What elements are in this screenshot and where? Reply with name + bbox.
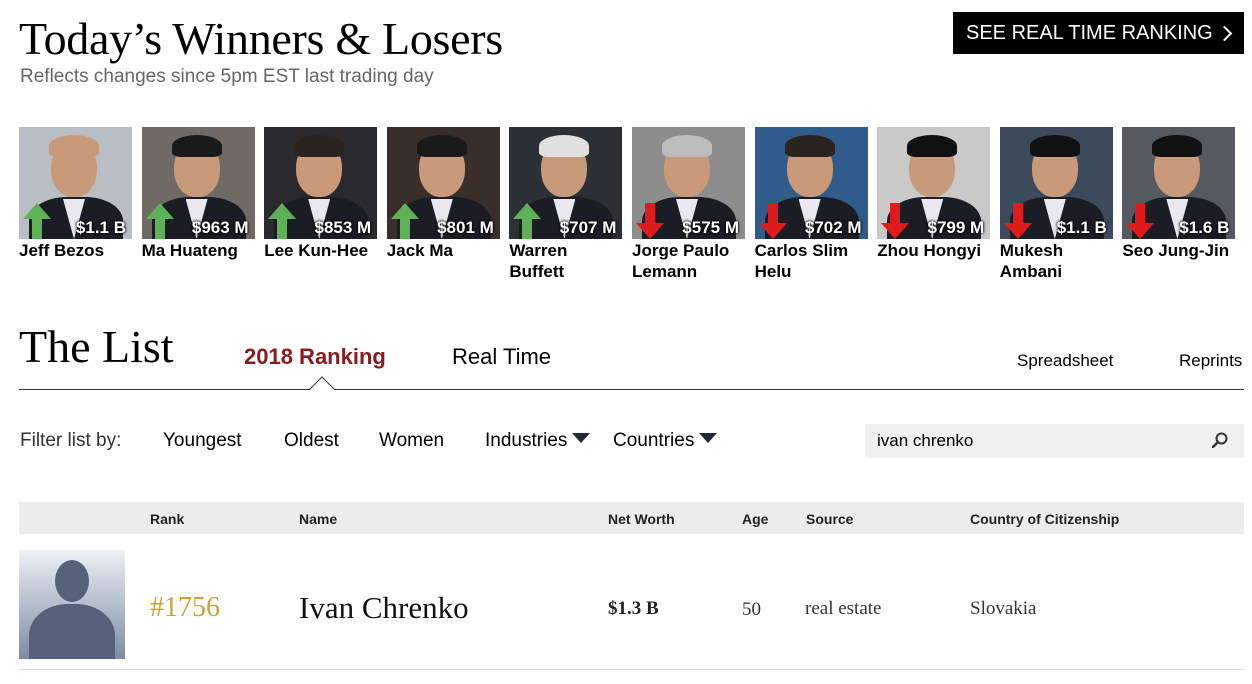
filter-label: Filter list by: xyxy=(20,430,122,451)
filter-industries-dropdown[interactable]: Industries xyxy=(485,430,591,452)
mover-change: $799 M xyxy=(927,218,985,237)
mover-card[interactable]: $702 M Carlos Slim Helu xyxy=(754,127,868,282)
mover-name[interactable]: Zhou Hongyi xyxy=(877,240,990,261)
mover-photo: $1.1 B xyxy=(19,127,132,239)
mover-card[interactable]: $1.6 B Seo Jung-Jin xyxy=(1122,127,1236,261)
arrow-down-icon xyxy=(881,203,910,239)
header-name[interactable]: Name xyxy=(299,511,337,527)
arrow-down-icon xyxy=(636,203,664,239)
mover-change: $963 M xyxy=(191,218,249,237)
mover-photo: $963 M xyxy=(141,127,255,239)
chevron-right-icon xyxy=(1216,25,1233,41)
mover-name[interactable]: Ma Huateng xyxy=(142,240,255,261)
spreadsheet-link[interactable]: Spreadsheet xyxy=(1017,351,1113,371)
mover-name[interactable]: Carlos Slim Helu xyxy=(755,240,868,282)
winners-losers-strip: $1.1 B Jeff Bezos $963 M Ma Huateng $853 M Le… xyxy=(19,127,1249,287)
table-row[interactable]: #1756 Ivan Chrenko $1.3 B 50 real estate… xyxy=(19,544,1244,670)
arrow-up-icon xyxy=(145,203,174,239)
mover-name[interactable]: Mukesh Ambani xyxy=(1000,240,1113,282)
avatar xyxy=(19,550,125,659)
mover-card[interactable]: $575 M Jorge Paulo Lemann xyxy=(632,127,745,282)
mover-change: $1.1 B xyxy=(1056,218,1107,237)
mover-change: $707 M xyxy=(559,218,617,237)
row-net-worth: $1.3 B xyxy=(608,598,659,619)
mover-name[interactable]: Jack Ma xyxy=(387,240,500,261)
search-icon[interactable] xyxy=(1212,432,1228,448)
arrow-up-icon xyxy=(23,203,51,239)
row-age: 50 xyxy=(742,599,761,620)
reprints-link[interactable]: Reprints xyxy=(1179,351,1242,371)
mover-photo: $702 M xyxy=(754,127,868,239)
row-country: Slovakia xyxy=(970,598,1037,619)
mover-card[interactable]: $799 M Zhou Hongyi xyxy=(877,127,991,261)
header-rank[interactable]: Rank xyxy=(150,511,184,527)
mover-name[interactable]: Seo Jung-Jin xyxy=(1122,240,1235,261)
arrow-up-icon xyxy=(268,203,297,239)
filter-oldest[interactable]: Oldest xyxy=(284,430,339,452)
mover-change: $801 M xyxy=(437,218,494,237)
countries-label: Countries xyxy=(613,430,695,451)
filter-women[interactable]: Women xyxy=(379,430,444,452)
mover-photo: $1.1 B xyxy=(999,127,1113,239)
header-source[interactable]: Source xyxy=(806,511,853,527)
mover-change: $853 M xyxy=(314,218,372,237)
search-box xyxy=(865,424,1244,458)
filter-youngest[interactable]: Youngest xyxy=(163,430,242,452)
arrow-down-icon xyxy=(1126,203,1155,239)
search-input[interactable] xyxy=(877,431,1197,451)
mover-photo: $575 M xyxy=(632,127,745,239)
mover-card[interactable]: $963 M Ma Huateng xyxy=(141,127,255,261)
mover-photo: $801 M xyxy=(386,127,500,239)
mover-card[interactable]: $1.1 B Jeff Bezos xyxy=(19,127,132,261)
mover-name[interactable]: Lee Kun-Hee xyxy=(264,240,377,261)
mover-change: $575 M xyxy=(682,218,739,237)
mover-name[interactable]: Jorge Paulo Lemann xyxy=(632,240,745,282)
mover-card[interactable]: $707 M Warren Buffett xyxy=(509,127,623,282)
mover-card[interactable]: $853 M Lee Kun-Hee xyxy=(264,127,378,261)
arrow-down-icon xyxy=(758,203,787,239)
row-source: real estate xyxy=(805,598,882,619)
page-title: Today’s Winners & Losers xyxy=(19,13,503,64)
see-real-time-ranking-button[interactable]: SEE REAL TIME RANKING xyxy=(953,12,1244,54)
industries-label: Industries xyxy=(485,430,568,451)
mover-change: $1.6 B xyxy=(1179,218,1230,237)
mover-name[interactable]: Jeff Bezos xyxy=(19,240,132,261)
mover-change: $702 M xyxy=(804,218,862,237)
realtime-button-label: SEE REAL TIME RANKING xyxy=(966,21,1213,44)
page-subtitle: Reflects changes since 5pm EST last trad… xyxy=(20,66,434,87)
table-header: Rank Name Net Worth Age Source Country o… xyxy=(19,502,1244,534)
caret-down-icon xyxy=(572,433,591,443)
list-title: The List xyxy=(19,321,174,372)
caret-down-icon xyxy=(699,433,718,443)
header-age[interactable]: Age xyxy=(742,511,768,527)
arrow-up-icon xyxy=(390,203,419,239)
mover-photo: $853 M xyxy=(264,127,378,239)
active-tab-pointer xyxy=(309,376,335,402)
mover-photo: $707 M xyxy=(509,127,623,239)
mover-card[interactable]: $801 M Jack Ma xyxy=(386,127,500,261)
tab-2018-ranking[interactable]: 2018 Ranking xyxy=(244,344,386,370)
list-divider xyxy=(19,389,1244,390)
mover-name[interactable]: Warren Buffett xyxy=(509,240,622,282)
row-name[interactable]: Ivan Chrenko xyxy=(299,590,469,626)
arrow-up-icon xyxy=(513,203,542,239)
arrow-down-icon xyxy=(1003,203,1032,239)
filter-countries-dropdown[interactable]: Countries xyxy=(613,430,718,452)
header-country[interactable]: Country of Citizenship xyxy=(970,511,1119,527)
mover-photo: $1.6 B xyxy=(1122,127,1236,239)
mover-card[interactable]: $1.1 B Mukesh Ambani xyxy=(999,127,1113,282)
row-rank: #1756 xyxy=(150,592,220,623)
tab-real-time[interactable]: Real Time xyxy=(452,344,551,370)
mover-photo: $799 M xyxy=(877,127,991,239)
header-net-worth[interactable]: Net Worth xyxy=(608,511,675,527)
mover-change: $1.1 B xyxy=(75,218,126,237)
